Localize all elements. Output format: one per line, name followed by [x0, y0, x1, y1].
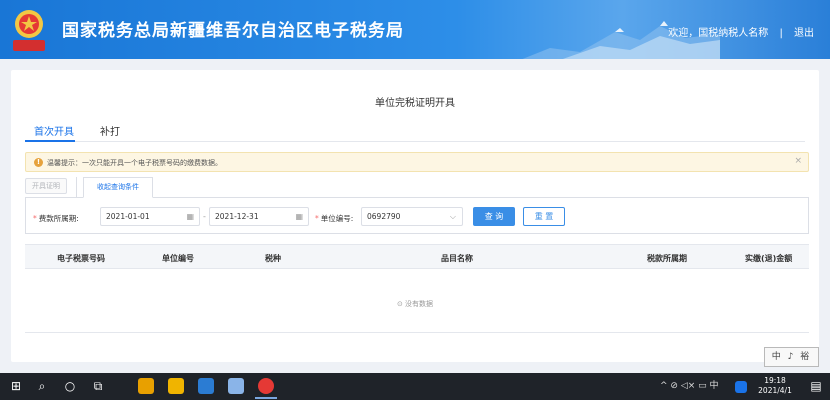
ime-widget[interactable]: 中 ♪ 裕 — [764, 347, 819, 367]
user-area: 欢迎，国税纳税人名称 | 退出 — [668, 24, 814, 39]
notes-app-icon[interactable] — [228, 378, 244, 394]
file-explorer-icon[interactable] — [168, 378, 184, 394]
welcome-text: 欢迎，国税纳税人名称 — [668, 28, 769, 39]
period-label: * 费款所属期: — [33, 213, 79, 224]
date-from-value: 2021-01-01 — [106, 212, 150, 221]
search-panel: * 费款所属期: 2021-01-01 ▦ - 2021-12-31 ▦ * 单位编… — [25, 197, 809, 234]
date-to-value: 2021-12-31 — [215, 212, 259, 221]
tray-app-icon[interactable] — [735, 381, 747, 393]
tab-first-issue[interactable]: 首次开具 — [34, 123, 74, 138]
divider — [76, 177, 77, 197]
date-range-separator: - — [203, 212, 206, 221]
tip-alert: ! 温馨提示：一次只能开具一个电子税票号码的缴费数据。 × — [25, 152, 809, 172]
empty-icon: ⊙ — [396, 300, 406, 308]
tab-bar: 首次开具 补打 — [25, 120, 805, 142]
cortana-icon[interactable]: ○ — [58, 373, 82, 400]
header-banner: 国家税务总局新疆维吾尔自治区电子税务局 欢迎，国税纳税人名称 | 退出 — [0, 0, 830, 59]
col-item-name: 品目名称 — [441, 254, 473, 263]
col-unit-code: 单位编号 — [162, 254, 194, 263]
required-mark: * — [33, 214, 37, 223]
calendar-icon: ▦ — [186, 212, 194, 221]
warning-icon: ! — [34, 158, 43, 167]
issue-certificate-button[interactable]: 开具证明 — [25, 178, 67, 194]
tab-active-indicator — [25, 140, 75, 142]
chevron-down-icon: ⌵ — [449, 212, 456, 221]
header-separator: | — [779, 28, 783, 39]
date-to-input[interactable]: 2021-12-31 ▦ — [209, 207, 309, 226]
unit-code-select[interactable]: 0692790 ⌵ — [361, 207, 463, 226]
app-g-icon[interactable] — [138, 378, 154, 394]
reset-button[interactable]: 重 置 — [523, 207, 565, 226]
chrome-icon[interactable] — [258, 378, 274, 394]
unit-code-label: * 单位编号: — [315, 213, 353, 224]
col-paid-amount: 实缴(退)金额 — [745, 254, 793, 263]
system-tray[interactable]: ^ ⊘ ◁× ▭ 中 — [660, 373, 719, 400]
calendar-icon: ▦ — [295, 212, 303, 221]
clock[interactable]: 19:18 2021/4/1 — [755, 376, 795, 396]
query-button[interactable]: 查 询 — [473, 207, 515, 226]
main-card: 单位完税证明开具 首次开具 补打 ! 温馨提示：一次只能开具一个电子税票号码的缴… — [11, 70, 819, 362]
clock-time: 19:18 — [764, 376, 786, 385]
active-app-indicator — [255, 397, 277, 399]
empty-state: ⊙ 没有数据 — [11, 299, 819, 309]
logout-link[interactable]: 退出 — [794, 28, 814, 39]
col-e-ticket-no: 电子税票号码 — [57, 254, 105, 263]
required-mark: * — [315, 214, 319, 223]
tax-emblem-logo — [13, 10, 45, 51]
unit-code-label-text: 单位编号: — [320, 214, 354, 223]
search-icon[interactable]: ⌕ — [30, 373, 54, 400]
empty-text: 没有数据 — [405, 300, 434, 308]
table-bottom-border — [25, 332, 809, 333]
windows-start-icon[interactable]: ⊞ — [4, 373, 28, 400]
collapse-search-tab[interactable]: 收起查询条件 — [83, 177, 153, 198]
unit-code-value: 0692790 — [367, 212, 401, 221]
clock-date: 2021/4/1 — [758, 386, 792, 395]
tab-reprint[interactable]: 补打 — [100, 123, 120, 138]
page-title: 单位完税证明开具 — [375, 98, 455, 109]
date-from-input[interactable]: 2021-01-01 ▦ — [100, 207, 200, 226]
site-title: 国家税务总局新疆维吾尔自治区电子税务局 — [62, 21, 404, 41]
col-tax-type: 税种 — [265, 254, 281, 263]
close-icon[interactable]: × — [794, 156, 802, 166]
alert-text: 温馨提示：一次只能开具一个电子税票号码的缴费数据。 — [47, 159, 222, 167]
col-tax-period: 税款所属期 — [647, 254, 687, 263]
notification-icon[interactable]: ▤ — [804, 373, 828, 400]
task-view-icon[interactable]: ⧉ — [86, 373, 110, 400]
table-header: 电子税票号码 单位编号 税种 品目名称 税款所属期 实缴(退)金额 — [25, 244, 809, 269]
windows-taskbar: ⊞ ⌕ ○ ⧉ ^ ⊘ ◁× ▭ 中 19:18 2021/4/1 ▤ — [0, 373, 830, 400]
period-label-text: 费款所属期: — [38, 214, 79, 223]
wps-writer-icon[interactable] — [198, 378, 214, 394]
